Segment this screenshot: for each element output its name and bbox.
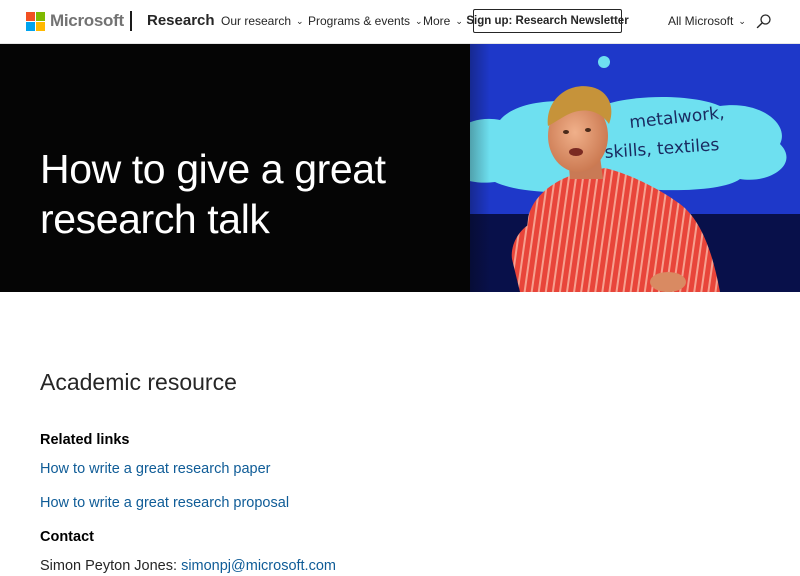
search-button[interactable] <box>755 13 773 31</box>
nav-more[interactable]: More ⌄ <box>423 14 463 28</box>
page-title-line1: How to give a great <box>40 146 386 192</box>
research-home-link[interactable]: Research <box>147 12 215 29</box>
link-research-proposal[interactable]: How to write a great research proposal <box>40 495 289 511</box>
hero-banner: metalwork, skills, textiles How to give … <box>0 44 800 292</box>
search-icon <box>756 14 771 29</box>
page-title: How to give a great research talk <box>40 144 440 244</box>
nav-more-label: More <box>423 14 451 28</box>
contact-email-link[interactable]: simonpj@microsoft.com <box>181 558 336 574</box>
nav-programs-events[interactable]: Programs & events ⌄ <box>308 14 423 28</box>
contact-name: Simon Peyton Jones: <box>40 558 182 574</box>
nav-our-research-label: Our research <box>221 14 292 28</box>
contact-heading: Contact <box>40 529 94 545</box>
chevron-down-icon: ⌄ <box>738 16 746 26</box>
microsoft-logo-link[interactable]: Microsoft <box>26 11 124 31</box>
chevron-down-icon: ⌄ <box>415 16 423 26</box>
chevron-down-icon: ⌄ <box>296 16 304 26</box>
section-title: Academic resource <box>40 369 237 395</box>
nav-our-research[interactable]: Our research ⌄ <box>221 14 304 28</box>
chevron-down-icon: ⌄ <box>455 16 463 26</box>
related-links-heading: Related links <box>40 432 130 448</box>
nav-programs-events-label: Programs & events <box>308 14 411 28</box>
link-research-paper[interactable]: How to write a great research paper <box>40 461 271 477</box>
newsletter-signup-button[interactable]: Sign up: Research Newsletter <box>466 9 629 33</box>
nav-all-microsoft[interactable]: All Microsoft ⌄ <box>668 14 746 28</box>
page-title-line2: research talk <box>40 196 270 242</box>
microsoft-logo-icon <box>26 11 45 31</box>
header-divider <box>130 11 132 31</box>
contact-line: Simon Peyton Jones: simonpj@microsoft.co… <box>40 558 336 574</box>
site-header: Microsoft Research Our research ⌄ Program… <box>0 0 800 44</box>
nav-all-microsoft-label: All Microsoft <box>668 14 734 28</box>
microsoft-logo-text: Microsoft <box>50 11 124 30</box>
